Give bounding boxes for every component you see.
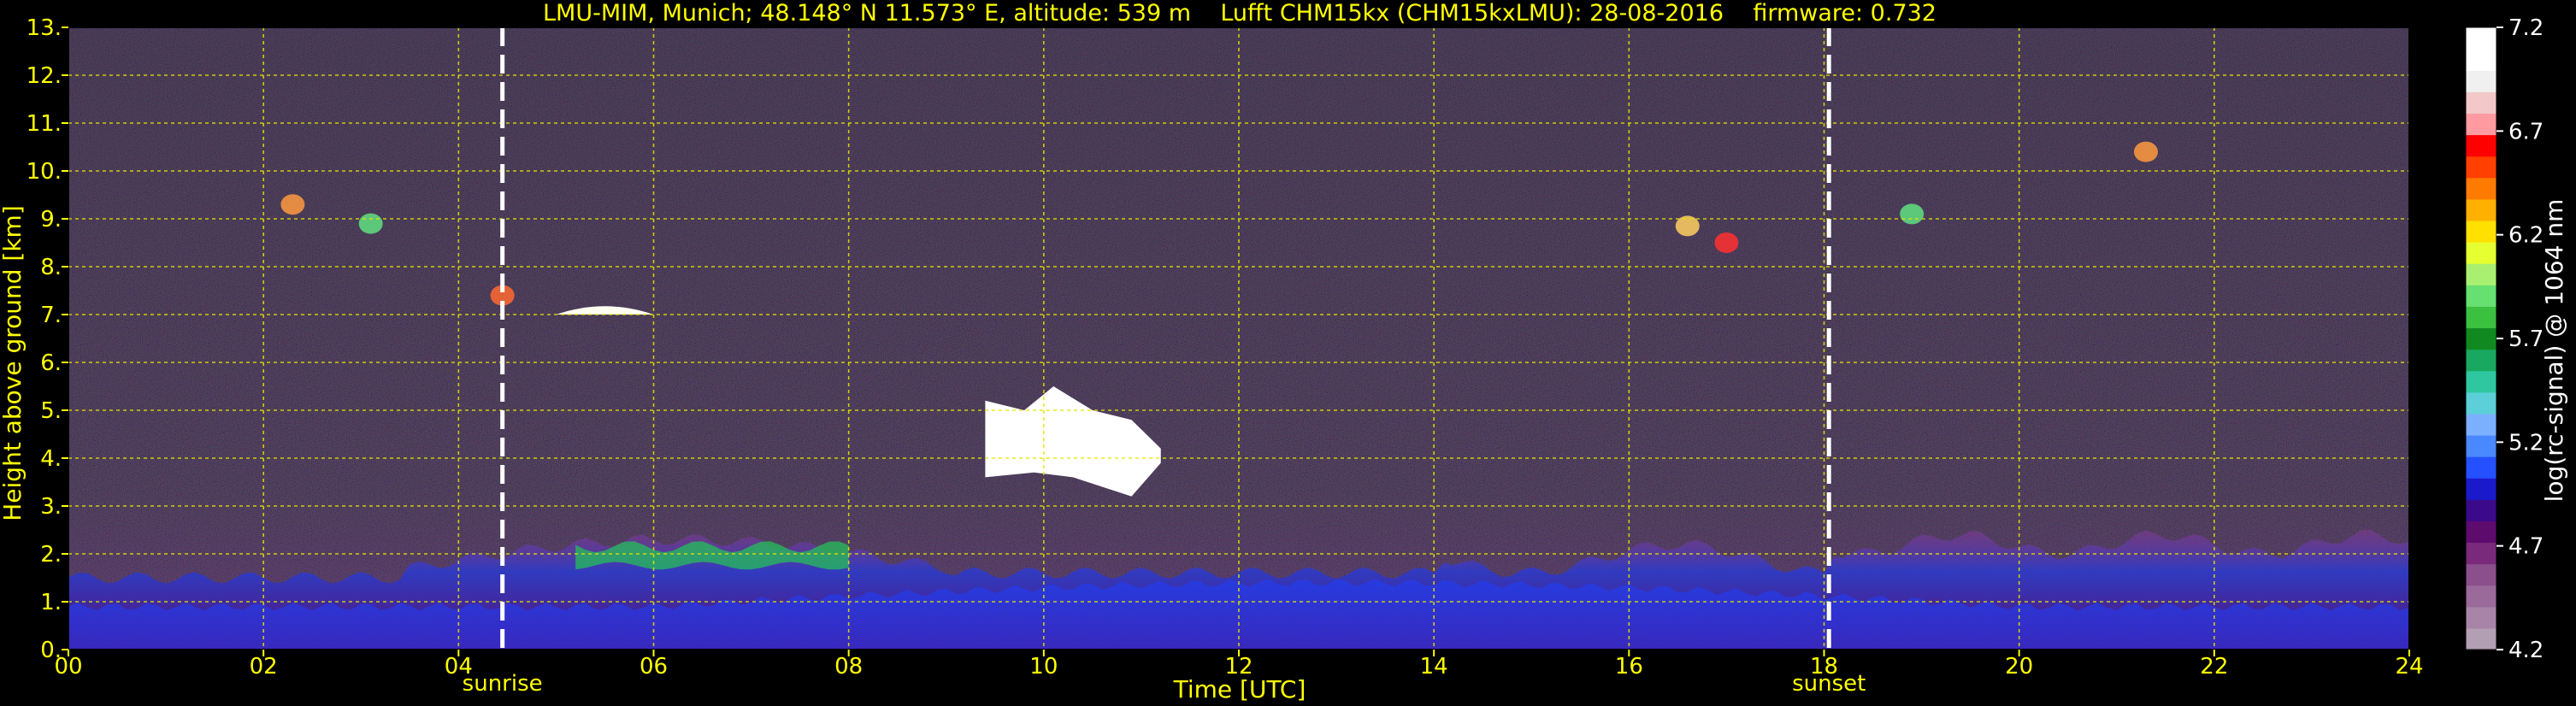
colorbar-segment bbox=[2466, 27, 2496, 50]
colorbar-segment bbox=[2466, 413, 2496, 436]
colorbar-segment bbox=[2466, 263, 2496, 285]
colorbar-tick-label: 5.7 bbox=[2508, 327, 2544, 352]
colorbar-segment bbox=[2466, 113, 2496, 136]
cirrus-patch bbox=[2133, 141, 2158, 162]
colorbar-segment bbox=[2466, 585, 2496, 608]
colorbar-segment bbox=[2466, 349, 2496, 372]
colorbar-segment bbox=[2466, 285, 2496, 307]
x-tick-label: 20 bbox=[2005, 654, 2033, 680]
y-tick-label: 5. bbox=[40, 398, 62, 424]
colorbar-segment bbox=[2466, 606, 2496, 629]
x-tick-label: 16 bbox=[1615, 654, 1643, 680]
colorbar-segment bbox=[2466, 391, 2496, 415]
colorbar-segment bbox=[2466, 220, 2496, 243]
y-tick-label: 7. bbox=[40, 303, 62, 328]
cirrus-patch bbox=[1714, 232, 1739, 253]
chart-title: LMU-MIM, Munich; 48.148° N 11.573° E, al… bbox=[543, 0, 1936, 26]
x-tick-label: 14 bbox=[1420, 654, 1448, 680]
colorbar-tick-label: 5.2 bbox=[2508, 430, 2544, 456]
colorbar-segment bbox=[2466, 198, 2496, 221]
sunset-label: sunset bbox=[1792, 671, 1866, 697]
colorbar-tick-label: 4.7 bbox=[2508, 534, 2544, 560]
x-axis-label: Time [UTC] bbox=[1173, 675, 1306, 703]
x-tick-label: 08 bbox=[834, 654, 863, 680]
plot-area bbox=[68, 26, 2410, 650]
colorbar-segment bbox=[2466, 177, 2496, 200]
colorbar-segment bbox=[2466, 49, 2496, 71]
x-tick-label: 10 bbox=[1029, 654, 1058, 680]
y-tick-label: 10. bbox=[27, 159, 62, 185]
colorbar-segment bbox=[2466, 521, 2496, 544]
colorbar-segment bbox=[2466, 134, 2496, 157]
cirrus-patch bbox=[1900, 203, 1925, 225]
colorbar-segment bbox=[2466, 627, 2496, 650]
colorbar-tick-label: 4.2 bbox=[2508, 638, 2544, 663]
colorbar-segment bbox=[2466, 542, 2496, 565]
x-tick-label: 00 bbox=[54, 654, 82, 680]
x-tick-label: 24 bbox=[2395, 654, 2423, 680]
y-axis-label: Height above ground [km] bbox=[0, 205, 27, 521]
y-tick-label: 1. bbox=[40, 590, 62, 615]
y-tick-label: 8. bbox=[40, 255, 62, 280]
colorbar-segment bbox=[2466, 156, 2496, 179]
y-tick-label: 11. bbox=[27, 111, 62, 137]
colorbar-segment bbox=[2466, 370, 2496, 393]
y-tick-label: 6. bbox=[40, 350, 62, 376]
colorbar-segment bbox=[2466, 478, 2496, 500]
y-axis-ticks: 0.1.2.3.4.5.6.7.8.9.10.11.12.13. bbox=[27, 15, 68, 663]
x-tick-label: 02 bbox=[250, 654, 278, 680]
colorbar-segment bbox=[2466, 91, 2496, 115]
y-tick-label: 4. bbox=[40, 446, 62, 472]
colorbar-tick-label: 7.2 bbox=[2508, 15, 2544, 41]
y-tick-label: 3. bbox=[40, 494, 62, 520]
x-tick-label: 06 bbox=[640, 654, 668, 680]
colorbar-segment bbox=[2466, 499, 2496, 521]
y-tick-label: 13. bbox=[27, 15, 62, 41]
marker-labels: sunrise sunset bbox=[463, 671, 1866, 697]
colorbar bbox=[2465, 26, 2497, 650]
cirrus-patch bbox=[358, 213, 383, 234]
colorbar-segment bbox=[2466, 563, 2496, 586]
colorbar-segment bbox=[2466, 456, 2496, 479]
colorbar-tick-label: 6.7 bbox=[2508, 119, 2544, 144]
colorbar-ticks: 4.2 4.7 5.2 5.7 6.2 6.7 7.2 bbox=[2496, 15, 2544, 663]
colorbar-label: log(rc-signal) @ 1064 nm bbox=[2540, 199, 2568, 503]
y-tick-label: 2. bbox=[40, 542, 62, 568]
sunrise-label: sunrise bbox=[463, 671, 543, 697]
colorbar-segment bbox=[2466, 242, 2496, 264]
ceilometer-chart: 0.1.2.3.4.5.6.7.8.9.10.11.12.13. 00 02 04 0… bbox=[0, 0, 2568, 703]
cirrus-patch bbox=[280, 194, 305, 215]
x-tick-label: 22 bbox=[2200, 654, 2228, 680]
colorbar-segment bbox=[2466, 434, 2496, 457]
colorbar-tick-label: 6.2 bbox=[2508, 223, 2544, 249]
y-tick-label: 9. bbox=[40, 207, 62, 232]
y-tick-label: 12. bbox=[27, 63, 62, 89]
colorbar-segment bbox=[2466, 306, 2496, 329]
colorbar-segment bbox=[2466, 327, 2496, 350]
colorbar-segment bbox=[2466, 70, 2496, 92]
